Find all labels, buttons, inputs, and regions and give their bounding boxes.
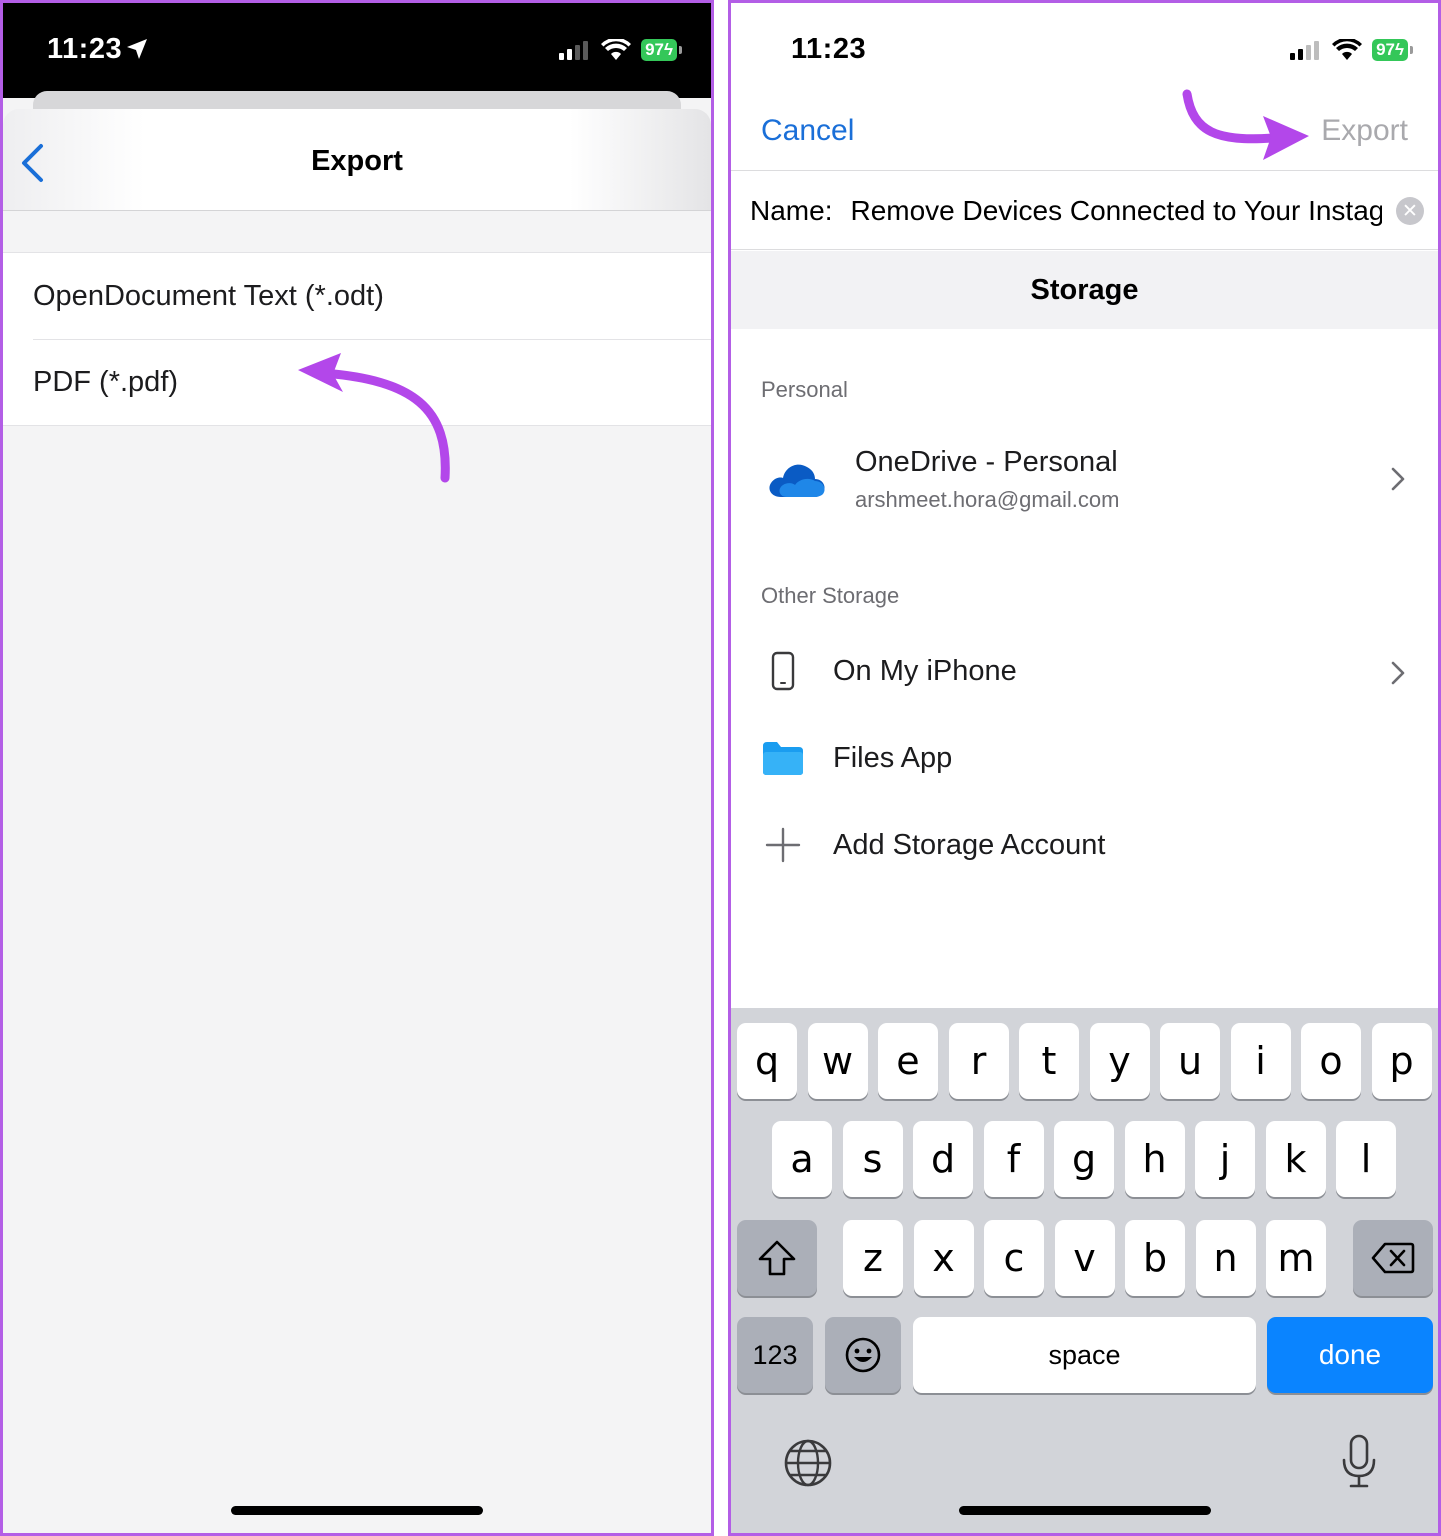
key-o[interactable]: o [1301, 1023, 1361, 1099]
status-time: 11:23 [47, 33, 123, 65]
section-label-other-storage: Other Storage [761, 583, 900, 608]
on-screen-keyboard: qwertyuiop asdfghjkl zxcvbnm 123 space d… [731, 1008, 1438, 1533]
right-screen: 11:23 97ϟ Cancel Export Name: Remove Dev… [728, 0, 1441, 1536]
annotation-arrow-icon [1182, 89, 1309, 160]
section-label-personal: Personal [761, 377, 848, 402]
key-y[interactable]: y [1089, 1023, 1150, 1099]
page-title: Export [311, 145, 403, 177]
key-e[interactable]: e [878, 1023, 938, 1099]
key-g[interactable]: g [1054, 1121, 1114, 1197]
key-v[interactable]: v [1054, 1220, 1115, 1296]
key-j[interactable]: j [1195, 1121, 1255, 1197]
key-b[interactable]: b [1125, 1220, 1185, 1296]
cellular-signal-icon [559, 41, 589, 60]
onedrive-cloud-icon [769, 464, 825, 497]
key-d[interactable]: d [913, 1121, 973, 1197]
key-n[interactable]: n [1195, 1220, 1256, 1296]
wifi-icon [1332, 39, 1363, 60]
wifi-icon [601, 39, 632, 60]
export-button[interactable]: Export [1321, 114, 1408, 148]
chevron-right-icon [1391, 661, 1405, 685]
plus-icon [765, 827, 801, 863]
battery-indicator: 97ϟ [641, 39, 682, 61]
key-i[interactable]: i [1230, 1023, 1291, 1099]
battery-indicator: 97ϟ [1372, 39, 1413, 61]
done-key[interactable]: done [1267, 1317, 1433, 1393]
storage-item-label: Files App [833, 742, 953, 774]
status-bar: 11:23 97ϟ [3, 3, 711, 98]
status-bar: 11:23 97ϟ [731, 3, 1438, 98]
key-u[interactable]: u [1160, 1023, 1220, 1099]
left-screen: 11:23 97ϟ Export OpenDocument Text (*.od… [0, 0, 714, 1536]
numbers-key[interactable]: 123 [737, 1317, 813, 1393]
filename-field[interactable]: Name: Remove Devices Connected to Your I… [731, 172, 1438, 250]
clear-text-icon[interactable]: ✕ [1396, 197, 1424, 225]
chevron-right-icon [1391, 467, 1405, 491]
key-z[interactable]: z [843, 1220, 903, 1296]
storage-item-on-my-iphone[interactable]: On My iPhone [731, 633, 1438, 713]
key-m[interactable]: m [1266, 1220, 1326, 1296]
storage-item-label: Add Storage Account [833, 829, 1106, 861]
sheet-header: Export [3, 109, 711, 211]
key-p[interactable]: p [1371, 1023, 1432, 1099]
space-key[interactable]: space [913, 1317, 1256, 1393]
cellular-signal-icon [1290, 41, 1320, 60]
navigation-bar: Cancel Export [731, 98, 1438, 171]
globe-icon[interactable] [783, 1438, 833, 1488]
storage-item-label: On My iPhone [833, 655, 1017, 687]
format-option-odt[interactable]: OpenDocument Text (*.odt) [3, 253, 711, 339]
annotation-arrow-icon [298, 353, 450, 483]
shift-key[interactable] [737, 1220, 817, 1296]
delete-backward-icon [1371, 1242, 1415, 1274]
separator [714, 0, 728, 1536]
home-indicator [959, 1506, 1211, 1515]
storage-header: Storage [731, 251, 1438, 329]
cancel-button[interactable]: Cancel [761, 114, 854, 148]
key-x[interactable]: x [913, 1220, 974, 1296]
location-arrow-icon [127, 39, 147, 59]
key-h[interactable]: h [1124, 1121, 1185, 1197]
folder-icon [763, 742, 803, 775]
backspace-key[interactable] [1353, 1220, 1433, 1296]
charging-bolt-icon: ϟ [664, 40, 673, 59]
storage-item-add-account[interactable]: Add Storage Account [731, 807, 1438, 887]
emoji-key[interactable] [825, 1317, 901, 1393]
iphone-icon [771, 651, 795, 691]
shift-arrow-icon [758, 1240, 796, 1276]
key-t[interactable]: t [1019, 1023, 1079, 1099]
key-s[interactable]: s [842, 1121, 903, 1197]
key-f[interactable]: f [983, 1121, 1044, 1197]
microphone-icon[interactable] [1339, 1434, 1379, 1490]
home-indicator [231, 1506, 483, 1515]
key-w[interactable]: w [807, 1023, 868, 1099]
filename-input[interactable]: Remove Devices Connected to Your Instagr… [850, 195, 1382, 227]
account-name: OneDrive - Personal [855, 446, 1118, 478]
account-email: arshmeet.hora@gmail.com [855, 487, 1120, 512]
filename-label: Name: [750, 194, 833, 226]
emoji-smiley-icon [845, 1337, 881, 1373]
key-k[interactable]: k [1265, 1121, 1326, 1197]
status-time: 11:23 [791, 33, 867, 65]
charging-bolt-icon: ϟ [1395, 40, 1404, 59]
key-l[interactable]: l [1336, 1121, 1396, 1197]
storage-item-files-app[interactable]: Files App [731, 720, 1438, 800]
key-r[interactable]: r [948, 1023, 1009, 1099]
key-q[interactable]: q [737, 1023, 797, 1099]
key-a[interactable]: a [772, 1121, 832, 1197]
key-c[interactable]: c [984, 1220, 1044, 1296]
